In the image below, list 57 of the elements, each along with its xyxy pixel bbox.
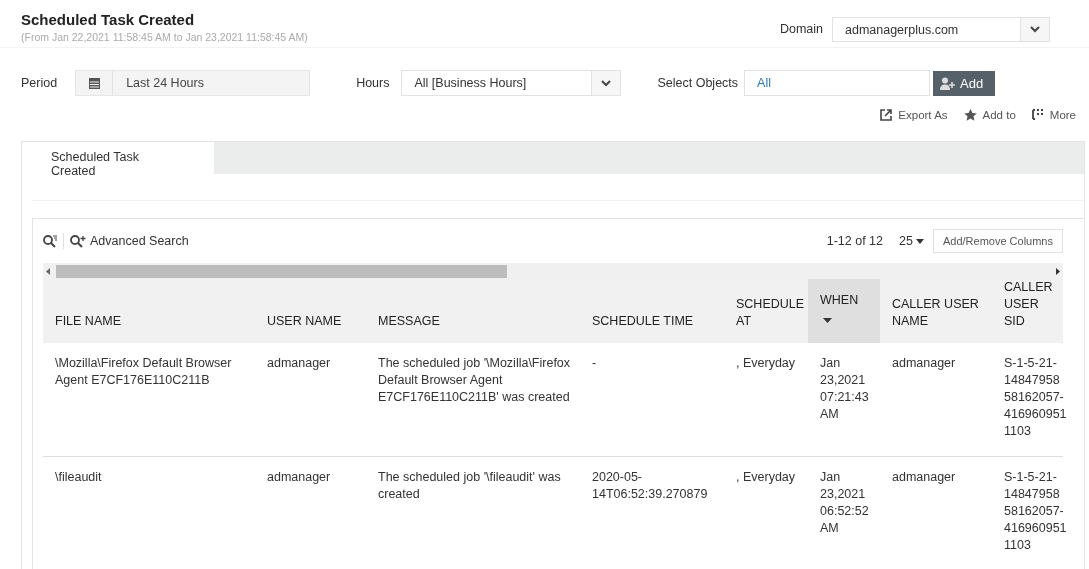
column-header[interactable]: FILE NAME	[43, 279, 255, 343]
search-filter-icon[interactable]	[43, 234, 57, 248]
objects-label: Select Objects	[657, 76, 739, 90]
star-icon	[963, 109, 977, 121]
period-field[interactable]: Last 24 Hours	[75, 70, 311, 96]
add-button[interactable]: Add	[933, 70, 996, 96]
table-cell: , Everyday	[736, 355, 796, 372]
column-header[interactable]: CALLER USER SID	[992, 279, 1063, 343]
report-tab[interactable]: Scheduled Task Created	[22, 142, 214, 174]
table-cell: admanager	[892, 469, 956, 486]
hours-dropdown[interactable]: All [Business Hours]	[401, 70, 622, 96]
domain-dropdown[interactable]: admanagerplus.com	[832, 16, 1050, 42]
table-cell: -	[592, 355, 597, 372]
sort-descending-icon	[823, 318, 832, 323]
advanced-search-link[interactable]: Advanced Search	[70, 234, 189, 248]
table-cell: admanager	[267, 355, 331, 372]
column-header[interactable]: MESSAGE	[366, 279, 580, 343]
hours-label: Hours	[356, 76, 390, 90]
export-icon	[880, 109, 893, 121]
chevron-down-icon	[601, 79, 612, 87]
domain-label: Domain	[779, 22, 823, 36]
table-cell: S-1-5-21- 14847958 58162057- 416960951 1103	[1004, 469, 1067, 554]
horizontal-scrollbar[interactable]	[43, 263, 1063, 279]
column-header[interactable]: SCHEDULE TIME	[580, 279, 724, 343]
chevron-down-icon	[1030, 25, 1040, 33]
pagination-text: 1-12 of 12	[826, 234, 884, 248]
table-cell: 2020-05- 14T06:52:39.270879	[592, 469, 708, 503]
page-size-dropdown[interactable]: 25	[899, 234, 924, 248]
more-link[interactable]: More	[1031, 109, 1076, 125]
scroll-left-icon	[46, 267, 50, 275]
date-range: (From Jan 22,2021 11:58:45 AM to Jan 23,2021 11:58:45 AM)	[21, 31, 308, 43]
table-cell-text: \Mozilla\Firefox Default Browser Agent E7CF176E110C211B	[55, 355, 233, 389]
calendar-icon	[88, 77, 100, 89]
export-link[interactable]: Export As	[880, 109, 948, 125]
search-icon	[70, 234, 86, 248]
columns-icon	[1031, 109, 1044, 120]
table-cell: The scheduled job '\Mozilla\Firefox Default Browser Agent E7CF176E110C211B' was created	[378, 355, 572, 406]
table-cell-text: Jan 23,2021 06:52:52 AM	[820, 469, 870, 537]
scroll-right-icon	[1056, 267, 1060, 275]
period-label: Period	[21, 76, 58, 90]
column-header[interactable]: USER NAME	[255, 279, 366, 343]
table-cell: S-1-5-21- 14847958 58162057- 416960951 1103	[1004, 355, 1067, 440]
table-cell: \fileaudit	[55, 469, 102, 486]
objects-field[interactable]: All	[744, 70, 931, 96]
table-cell: admanager	[267, 469, 331, 486]
table-cell-text: Jan 23,2021 07:21:43 AM	[820, 355, 870, 423]
column-header[interactable]: WHEN	[808, 279, 880, 343]
column-header[interactable]: SCHEDULE AT	[724, 279, 808, 343]
add-to-link[interactable]: Add to	[963, 109, 1016, 125]
table-cell-text: The scheduled job '\fileaudit' was created	[378, 469, 562, 503]
column-header[interactable]: CALLER USER NAME	[880, 279, 992, 343]
add-user-icon	[940, 76, 957, 90]
table-cell: , Everyday	[736, 469, 796, 486]
table-cell: admanager	[892, 355, 956, 372]
caret-down-icon	[915, 238, 924, 244]
add-remove-columns-button[interactable]: Add/Remove Columns	[932, 229, 1063, 253]
report-title: Scheduled Task Created	[21, 11, 196, 28]
